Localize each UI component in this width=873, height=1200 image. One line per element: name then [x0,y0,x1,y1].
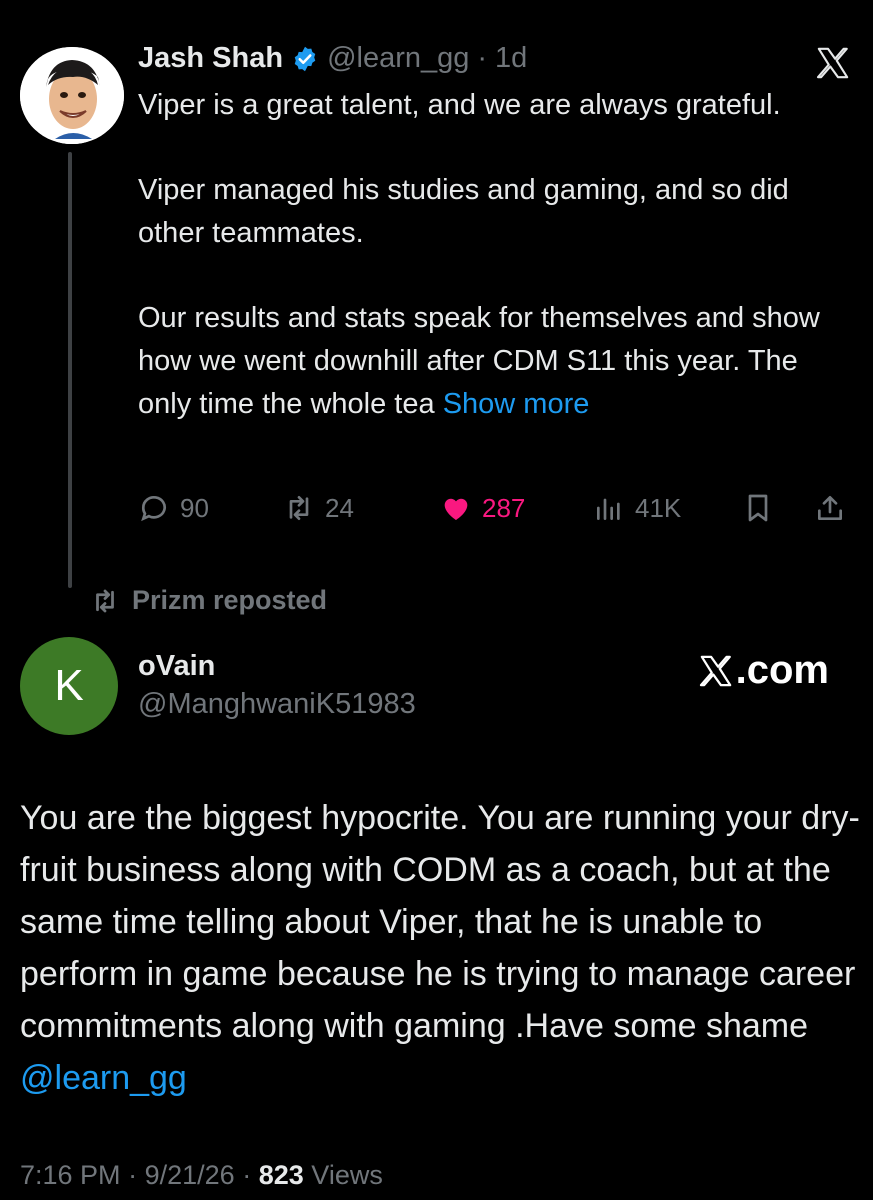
x-com-branding: .com [698,648,829,693]
tweet-date[interactable]: 9/21/26 [145,1160,235,1190]
quoted-tweet-header: Jash Shah @learn_gg · 1d [138,42,527,75]
quoted-tweet-text: Viper is a great talent, and we are alwa… [138,84,848,426]
footer-sep-2: · [242,1160,252,1190]
verified-badge-icon [294,46,316,71]
reply-icon [141,496,166,522]
like-count: 287 [482,492,526,523]
quoted-paragraph-2: Viper managed his studies and gaming, an… [138,174,789,249]
quoted-handle[interactable]: @learn_gg [327,42,469,75]
repost-small-icon [96,589,114,612]
quoted-separator: · [477,42,488,74]
reply-button[interactable]: 90 [138,488,209,528]
repost-icon [289,496,309,520]
tweet-meta-footer: 7:16 PM · 9/21/26 · 823 Views [20,1160,383,1191]
quoted-time-ago: 1d [495,42,528,74]
bookmark-icon [748,494,768,522]
show-more-link[interactable]: Show more [443,388,590,420]
footer-sep-1: · [128,1160,138,1190]
quoted-paragraph-1: Viper is a great talent, and we are alwa… [138,89,781,121]
views-button[interactable]: 41K [593,488,681,528]
repost-text: Prizm reposted [132,585,328,615]
repost-count: 24 [325,492,354,523]
jash-shah-avatar[interactable] [20,47,124,144]
x-com-label: .com [735,648,829,692]
main-handle[interactable]: @ManghwaniK51983 [138,688,416,721]
share-button[interactable] [814,488,846,528]
tweet-views-count: 823 [258,1160,304,1190]
repost-button[interactable]: 24 [283,488,354,528]
quoted-paragraph-3: Our results and stats speak for themselv… [138,297,848,426]
main-tweet-text: You are the biggest hypocrite. You are r… [20,792,860,1104]
cartoon-face-avatar-icon [20,47,124,144]
like-button[interactable]: 287 [440,488,525,528]
heart-icon [444,498,468,520]
main-tweet-body: You are the biggest hypocrite. You are r… [20,799,860,1045]
views-count: 41K [635,492,682,523]
ovain-avatar[interactable]: K [20,637,118,735]
x-brand-logo-icon [699,655,731,686]
mention-link[interactable]: @learn_gg [20,1059,187,1097]
quoted-author-name[interactable]: Jash Shah [138,42,283,75]
tweet-time[interactable]: 7:16 PM [20,1160,121,1190]
bookmark-button[interactable] [742,488,774,528]
repost-indicator[interactable]: Prizm reposted [90,585,327,616]
quoted-tweet-actions: 90 24 287 41K [138,488,850,528]
tweet-views-label: Views [311,1160,383,1190]
views-icon [597,498,620,520]
thread-connector-line [68,152,72,588]
avatar-letter: K [54,661,84,710]
reply-count: 90 [180,492,209,523]
share-icon [818,496,842,520]
x-logo-icon [816,47,849,79]
main-author-name[interactable]: oVain [138,650,215,683]
